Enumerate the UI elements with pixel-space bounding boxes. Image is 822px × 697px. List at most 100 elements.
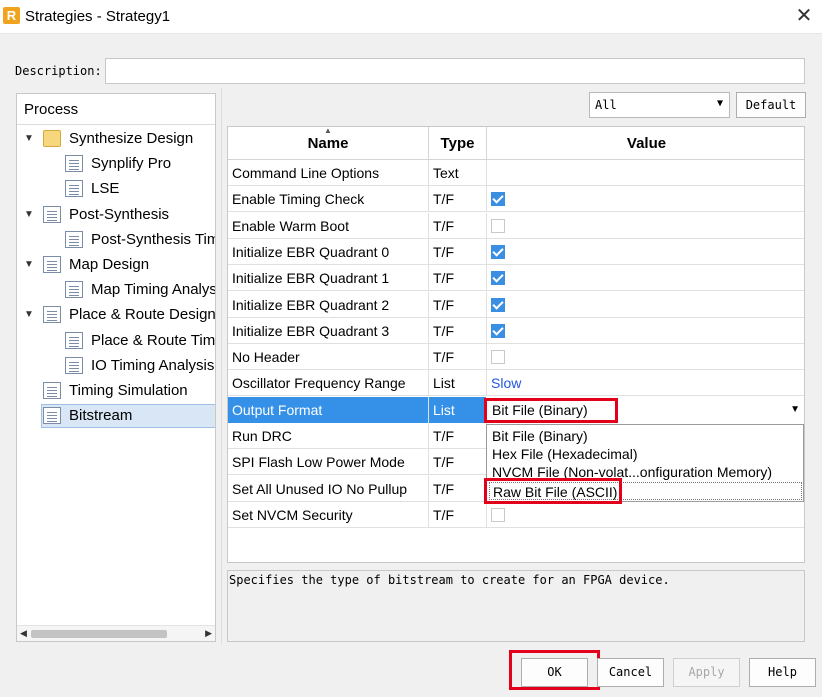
title-bar: R Strategies - Strategy1 ✕ [0, 0, 822, 34]
tree-item[interactable]: ▼ Map Design [17, 253, 215, 277]
apply-button[interactable]: Apply [673, 658, 740, 687]
dropdown-option[interactable]: Bit File (Binary) [492, 427, 588, 445]
tree-item-label: Synthesize Design [69, 130, 194, 147]
property-name: Set NVCM Security [228, 501, 429, 528]
tree-item[interactable]: ▼ Place & Route Design [17, 303, 215, 327]
description-label: Description: [15, 64, 102, 78]
property-value[interactable] [487, 213, 804, 239]
property-type: T/F [429, 212, 487, 239]
document-icon [43, 382, 61, 399]
table-row[interactable]: Set NVCM Security T/F [228, 501, 804, 528]
checkbox-checked[interactable] [491, 192, 505, 207]
column-header-name[interactable]: ▲ Name [228, 127, 429, 160]
table-row[interactable]: Command Line Options Text [228, 160, 804, 186]
table-row[interactable]: Initialize EBR Quadrant 2 T/F [228, 291, 804, 318]
table-row[interactable]: Oscillator Frequency Range List Slow [228, 370, 804, 397]
document-icon [65, 155, 83, 173]
app-logo-icon: R [3, 7, 20, 24]
property-value[interactable] [487, 502, 804, 528]
property-name: Initialize EBR Quadrant 0 [228, 238, 429, 265]
expand-arrow-icon[interactable]: ▼ [24, 303, 34, 327]
property-name: SPI Flash Low Power Mode [228, 449, 429, 476]
tree-item-label: IO Timing Analysis [91, 356, 215, 374]
property-name: Set All Unused IO No Pullup [228, 475, 429, 502]
checkbox-unchecked[interactable] [491, 218, 505, 233]
property-value[interactable] [487, 160, 804, 186]
property-type: T/F [429, 317, 487, 344]
description-input[interactable] [105, 58, 805, 84]
scrollbar-thumb[interactable] [31, 630, 167, 638]
tree-item-label: Synplify Pro [91, 155, 172, 173]
property-name: No Header [228, 344, 429, 371]
property-type: List [429, 396, 487, 423]
dropdown-option[interactable]: Hex File (Hexadecimal) [492, 445, 637, 463]
property-value[interactable] [487, 186, 804, 212]
checkbox-checked[interactable] [491, 271, 505, 286]
tree-item-label: Map Design [69, 256, 150, 273]
default-button[interactable]: Default [736, 92, 806, 118]
property-type: T/F [429, 423, 487, 449]
document-icon [65, 331, 83, 349]
property-value[interactable] [487, 239, 804, 265]
table-row[interactable]: Initialize EBR Quadrant 0 T/F [228, 238, 804, 265]
property-value[interactable] [487, 292, 804, 318]
document-icon [43, 407, 61, 425]
chevron-down-icon[interactable]: ▼ [790, 397, 800, 423]
property-value[interactable] [487, 318, 804, 344]
tree-item-label: LSE [91, 180, 120, 198]
table-row[interactable]: Enable Warm Boot T/F [228, 212, 804, 239]
property-type: Text [429, 160, 487, 186]
property-value[interactable]: Slow [487, 370, 804, 396]
column-header-value[interactable]: Value [487, 127, 804, 160]
scroll-right-icon[interactable]: ▶ [205, 628, 212, 639]
property-name: Run DRC [228, 423, 429, 449]
checkbox-unchecked[interactable] [491, 507, 505, 522]
property-name: Initialize EBR Quadrant 2 [228, 291, 429, 318]
expand-arrow-icon[interactable]: ▼ [24, 253, 34, 277]
tree-item-label: Map Timing Analys [91, 281, 216, 299]
property-type: T/F [429, 449, 487, 476]
expand-arrow-icon[interactable]: ▼ [24, 127, 34, 151]
column-header-type[interactable]: Type [429, 127, 487, 160]
process-header: Process [17, 94, 215, 125]
tree-item[interactable]: Bitstream [17, 404, 215, 429]
tree-item[interactable]: Post-Synthesis Tim [17, 228, 215, 252]
value-text[interactable]: Slow [491, 375, 521, 391]
tree-item[interactable]: ▼ Post-Synthesis [17, 203, 215, 227]
tree-item-label: Post-Synthesis [69, 205, 170, 223]
table-row[interactable]: Initialize EBR Quadrant 3 T/F [228, 317, 804, 344]
property-type: T/F [429, 291, 487, 318]
checkbox-checked[interactable] [491, 297, 505, 312]
table-row[interactable]: No Header T/F [228, 344, 804, 371]
column-header-name-label: Name [307, 135, 349, 152]
tree-item-label: Bitstream [69, 407, 133, 425]
property-type: T/F [429, 501, 487, 528]
close-icon[interactable]: ✕ [792, 4, 816, 28]
filter-value: All [595, 98, 617, 112]
table-row[interactable]: Enable Timing Check T/F [228, 186, 804, 213]
filter-select[interactable]: All ▼ [589, 92, 730, 118]
checkbox-unchecked[interactable] [491, 350, 505, 365]
checkbox-checked[interactable] [491, 323, 505, 338]
tree-item-label: Place & Route Tim [91, 331, 216, 349]
help-button[interactable]: Help [749, 658, 816, 687]
cancel-button[interactable]: Cancel [597, 658, 664, 687]
horizontal-scrollbar[interactable]: ◀ ▶ [17, 625, 215, 641]
tree-item[interactable]: Place & Route Tim [17, 329, 215, 353]
tree-item[interactable]: Map Timing Analys [17, 278, 215, 302]
tree-item[interactable]: Synplify Pro [17, 152, 215, 176]
expand-arrow-icon[interactable]: ▼ [24, 203, 34, 227]
table-row[interactable]: Initialize EBR Quadrant 1 T/F [228, 265, 804, 292]
checkbox-checked[interactable] [491, 244, 505, 259]
property-type: T/F [429, 475, 487, 502]
tree-item[interactable]: Timing Simulation [17, 379, 215, 403]
window-title: Strategies - Strategy1 [25, 8, 171, 25]
property-value[interactable] [487, 265, 804, 291]
tree-item[interactable]: LSE [17, 177, 215, 201]
tree-item[interactable]: ▼ Synthesize Design [17, 127, 215, 151]
property-name: Initialize EBR Quadrant 1 [228, 265, 429, 292]
scroll-left-icon[interactable]: ◀ [20, 628, 27, 639]
document-icon [43, 256, 61, 273]
property-value[interactable] [487, 344, 804, 370]
tree-item[interactable]: IO Timing Analysis [17, 354, 215, 378]
